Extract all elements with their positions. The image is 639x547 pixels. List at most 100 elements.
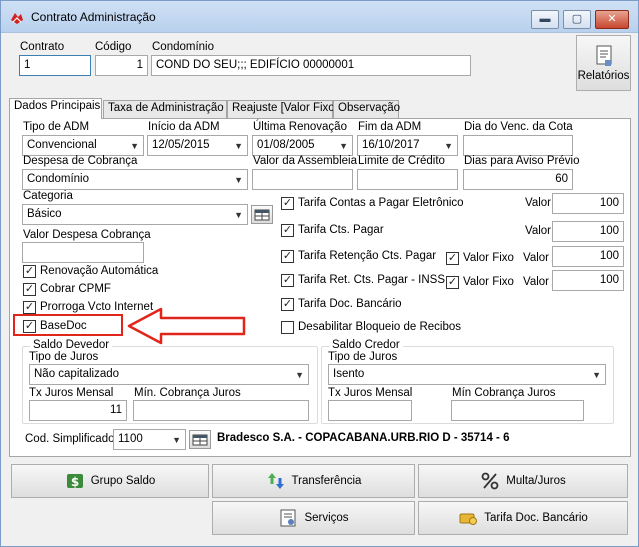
- tipo-juros-devedor-select[interactable]: Não capitalizado ▼: [29, 364, 309, 385]
- tarifa-cts-pagar-valor[interactable]: 100: [552, 221, 624, 242]
- tarifa-contas-eletronico-valor[interactable]: 100: [552, 193, 624, 214]
- checkbox-checked-icon: ✓: [281, 224, 294, 237]
- tx-juros-devedor-label: Tx Juros Mensal: [29, 387, 114, 399]
- checkbox-checked-icon: ✓: [281, 274, 294, 287]
- inicio-adm-value: 12/05/2015: [152, 139, 210, 151]
- tipo-juros-devedor-label: Tipo de Juros: [29, 351, 99, 363]
- min-cobranca-devedor-label: Mín. Cobrança Juros: [134, 387, 241, 399]
- close-button[interactable]: ✕: [595, 10, 629, 29]
- cobrar-cpmf-checkbox[interactable]: ✓ Cobrar CPMF: [23, 282, 183, 298]
- checkbox-checked-icon: ✓: [23, 265, 36, 278]
- tipo-juros-credor-select[interactable]: Isento ▼: [328, 364, 606, 385]
- tarifa-ret-inss-checkbox[interactable]: ✓ Tarifa Ret. Cts. Pagar - INSS: [281, 273, 451, 289]
- cod-simplificado-lookup-button[interactable]: [189, 430, 211, 449]
- valor-fixo-label: Valor Fixo: [463, 252, 514, 264]
- inicio-adm-date[interactable]: 12/05/2015 ▼: [147, 135, 248, 156]
- ultima-renovacao-date[interactable]: 01/08/2005 ▼: [252, 135, 353, 156]
- min-cobranca-credor-input[interactable]: [451, 400, 584, 421]
- ultima-renovacao-value: 01/08/2005: [257, 139, 315, 151]
- tipo-adm-select[interactable]: Convencional ▼: [22, 135, 144, 156]
- dia-venc-input[interactable]: [463, 135, 573, 156]
- limite-credito-input[interactable]: [357, 169, 458, 190]
- valor-fixo-inss-checkbox[interactable]: ✓ Valor Fixo: [446, 275, 521, 291]
- red-arrow-annotation-icon: [127, 307, 246, 345]
- window-title: Contrato Administração: [31, 10, 156, 24]
- valor-fixo-label: Valor Fixo: [463, 276, 514, 288]
- grupo-saldo-label: Grupo Saldo: [90, 475, 156, 487]
- chevron-down-icon: ▼: [172, 435, 181, 445]
- chevron-down-icon: ▼: [234, 141, 243, 151]
- minimize-button[interactable]: ▬: [531, 10, 559, 29]
- cod-simplificado-select[interactable]: 1100 ▼: [113, 429, 186, 450]
- categoria-select[interactable]: Básico ▼: [22, 204, 248, 225]
- valor-fixo-retencao-checkbox[interactable]: ✓ Valor Fixo: [446, 251, 521, 267]
- tarifa-cts-pagar-label: Tarifa Cts. Pagar: [298, 224, 384, 236]
- despesa-cobranca-value: Condomínio: [27, 173, 90, 185]
- transfer-arrows-icon: [267, 473, 284, 489]
- transferencia-button[interactable]: Transferência: [212, 464, 415, 498]
- tarifa-retencao-checkbox[interactable]: ✓ Tarifa Retenção Cts. Pagar: [281, 249, 451, 265]
- tab-reajuste[interactable]: Reajuste [Valor Fixo]: [227, 100, 338, 118]
- servicos-button[interactable]: Serviços: [212, 501, 415, 535]
- checkbox-unchecked-icon: [281, 321, 294, 334]
- checkbox-checked-icon: ✓: [446, 252, 459, 265]
- min-cobranca-devedor-input[interactable]: [133, 400, 309, 421]
- tarifa-doc-bancario-checkbox[interactable]: ✓ Tarifa Doc. Bancário: [281, 297, 481, 313]
- maximize-button[interactable]: ▢: [563, 10, 591, 29]
- tx-juros-devedor-input[interactable]: 11: [29, 400, 127, 421]
- tarifa-ret-inss-valor[interactable]: 100: [552, 270, 624, 291]
- renovacao-automatica-checkbox[interactable]: ✓ Renovação Automática: [23, 264, 183, 280]
- report-icon: [596, 45, 611, 66]
- checkbox-checked-icon: ✓: [23, 283, 36, 296]
- chevron-down-icon: ▼: [339, 141, 348, 151]
- servicos-label: Serviços: [304, 512, 349, 524]
- dias-aviso-input[interactable]: 60: [463, 169, 573, 190]
- saldo-credor-title: Saldo Credor: [329, 339, 403, 351]
- cod-simplificado-value: 1100: [118, 433, 143, 445]
- fim-adm-date[interactable]: 16/10/2017 ▼: [357, 135, 458, 156]
- tab-dados-principais[interactable]: Dados Principais: [9, 98, 102, 119]
- annotation-highlight-box: [13, 314, 123, 336]
- saldo-devedor-group: Saldo Devedor Tipo de Juros Não capitali…: [22, 339, 318, 424]
- saldo-credor-group: Saldo Credor Tipo de Juros Isento ▼ Tx Ju…: [321, 339, 614, 424]
- categoria-value: Básico: [27, 208, 62, 220]
- multa-juros-button[interactable]: Multa/Juros: [418, 464, 628, 498]
- services-document-icon: [280, 509, 296, 527]
- dias-aviso-label: Dias para Aviso Prévio: [464, 155, 580, 167]
- valor-label: Valor: [523, 276, 549, 288]
- percent-icon: [481, 472, 499, 490]
- contrato-label: Contrato: [20, 41, 65, 53]
- codigo-input[interactable]: 1: [95, 55, 148, 76]
- fim-adm-value: 16/10/2017: [362, 139, 420, 151]
- relatorios-button[interactable]: Relatórios: [576, 35, 631, 91]
- valor-despesa-input[interactable]: [22, 242, 144, 263]
- categoria-label: Categoria: [23, 190, 73, 202]
- tarifa-retencao-valor[interactable]: 100: [552, 246, 624, 267]
- tx-juros-credor-label: Tx Juros Mensal: [328, 387, 413, 399]
- tarifa-cts-pagar-checkbox[interactable]: ✓ Tarifa Cts. Pagar: [281, 223, 481, 239]
- bank-info-text: Bradesco S.A. - COPACABANA.URB.RIO D - 3…: [217, 432, 510, 444]
- grupo-saldo-button[interactable]: $ Grupo Saldo: [11, 464, 209, 498]
- table-grid-icon: [254, 209, 270, 221]
- desabilitar-bloqueio-checkbox[interactable]: Desabilitar Bloqueio de Recibos: [281, 320, 481, 336]
- cod-simplificado-label: Cod. Simplificado: [25, 433, 115, 445]
- tab-observacao[interactable]: Observação: [333, 100, 400, 118]
- table-grid-icon: [192, 434, 208, 446]
- condominio-label: Condomínio: [152, 41, 215, 53]
- tx-juros-credor-input[interactable]: [328, 400, 412, 421]
- tarifa-contas-eletronico-checkbox[interactable]: ✓ Tarifa Contas a Pagar Eletrônico: [281, 196, 481, 212]
- chevron-down-icon: ▼: [592, 370, 601, 380]
- valor-label: Valor: [525, 197, 551, 209]
- tarifa-doc-bancario-button[interactable]: Tarifa Doc. Bancário: [418, 501, 628, 535]
- categoria-lookup-button[interactable]: [251, 205, 273, 224]
- tab-taxa-administracao[interactable]: Taxa de Administração: [103, 100, 227, 118]
- condominio-input[interactable]: COND DO SEU;;; EDIFÍCIO 00000001: [151, 55, 471, 76]
- valor-assembleia-input[interactable]: [252, 169, 353, 190]
- fim-adm-label: Fim da ADM: [358, 121, 422, 133]
- despesa-cobranca-select[interactable]: Condomínio ▼: [22, 169, 248, 190]
- contrato-input[interactable]: 1: [19, 55, 91, 76]
- codigo-label: Código: [95, 41, 132, 53]
- checkbox-checked-icon: ✓: [281, 250, 294, 263]
- valor-assembleia-label: Valor da Assembleia: [253, 155, 357, 167]
- tipo-juros-credor-value: Isento: [333, 368, 365, 380]
